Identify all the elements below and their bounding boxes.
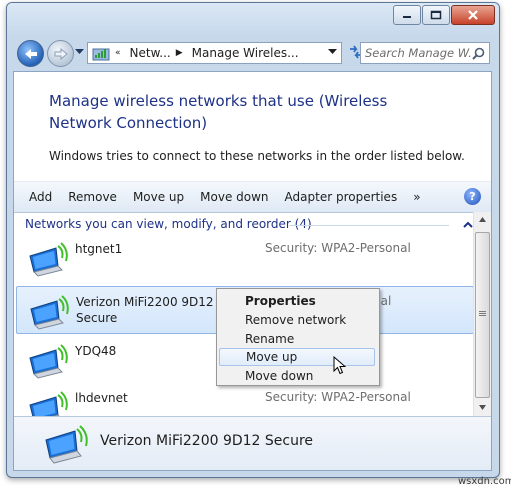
collapse-chevron-icon[interactable]: [463, 221, 473, 228]
navigation-bar: « Netw... ▶ Manage Wireles... Search Man…: [7, 36, 499, 70]
move-up-button[interactable]: Move up: [125, 190, 192, 204]
group-divider: [289, 225, 449, 226]
forward-button[interactable]: [47, 40, 74, 67]
breadcrumb-network[interactable]: Netw...: [130, 46, 171, 60]
history-dropdown-icon[interactable]: [75, 49, 84, 55]
close-button[interactable]: [451, 5, 495, 25]
caption-buttons: [392, 5, 495, 25]
title-bar[interactable]: [7, 3, 499, 35]
maximize-icon: [430, 10, 442, 20]
list-item-htgnet1[interactable]: htgnet1 Security: WPA2-Personal: [14, 234, 474, 280]
explorer-window: « Netw... ▶ Manage Wireles... Search Man…: [6, 2, 500, 478]
menu-item-move-up[interactable]: Move up: [219, 348, 375, 366]
menu-item-properties[interactable]: Properties: [219, 292, 375, 310]
breadcrumb-manage-wireless[interactable]: Manage Wireles...: [192, 46, 299, 60]
menu-item-remove-network[interactable]: Remove network: [219, 311, 375, 329]
context-menu: Properties Remove network Rename Move up…: [216, 288, 380, 386]
network-name: htgnet1: [75, 242, 123, 256]
page-description: Windows tries to connect to these networ…: [49, 149, 465, 163]
more-commands-button[interactable]: »: [405, 190, 428, 204]
content-pane: Manage wireless networks that use (Wirel…: [13, 71, 492, 471]
back-button[interactable]: [17, 40, 44, 67]
menu-item-move-down[interactable]: Move down: [219, 367, 375, 385]
scroll-down-arrow-icon[interactable]: [479, 405, 486, 410]
minimize-button[interactable]: [393, 5, 421, 25]
network-folder-icon: [92, 48, 110, 61]
watermark: wsxdn.com: [458, 476, 511, 487]
wireless-network-icon: [30, 295, 69, 330]
wireless-network-icon: [45, 425, 88, 464]
command-toolbar: Add Remove Move up Move down Adapter pro…: [14, 181, 491, 213]
search-icon[interactable]: [472, 47, 485, 60]
network-name: Verizon MiFi2200 9D12 Secure: [76, 295, 214, 325]
remove-button[interactable]: Remove: [60, 190, 125, 204]
wireless-network-icon: [29, 344, 68, 379]
forward-arrow-icon: [54, 47, 68, 60]
scrollbar-thumb[interactable]: [475, 232, 490, 398]
minimize-icon: [403, 16, 411, 18]
address-bar[interactable]: « Netw... ▶ Manage Wireles...: [87, 42, 342, 64]
network-name: lhdevnet: [75, 391, 128, 405]
list-item-lhdevnet[interactable]: lhdevnet Security: WPA2-Personal: [14, 383, 474, 419]
group-header[interactable]: Networks you can view, modify, and reord…: [25, 217, 312, 231]
search-box[interactable]: Search Manage W...: [360, 42, 490, 64]
crumb-separator: «: [115, 48, 121, 58]
search-placeholder[interactable]: Search Manage W...: [361, 46, 472, 60]
help-icon[interactable]: ?: [464, 188, 481, 205]
scroll-up-arrow-icon[interactable]: [479, 217, 486, 222]
move-down-button[interactable]: Move down: [192, 190, 276, 204]
page-title: Manage wireless networks that use (Wirel…: [49, 92, 388, 132]
add-button[interactable]: Add: [14, 190, 60, 204]
adapter-properties-button[interactable]: Adapter properties: [277, 190, 406, 204]
menu-item-rename[interactable]: Rename: [219, 330, 375, 348]
maximize-button[interactable]: [422, 5, 450, 25]
back-arrow-icon: [24, 48, 37, 59]
details-pane: Verizon MiFi2200 9D12 Secure: [14, 416, 491, 470]
network-name: YDQ48: [75, 344, 117, 358]
network-security: Security: WPA2-Personal: [265, 241, 411, 255]
vertical-scrollbar[interactable]: [473, 212, 491, 419]
crumb-separator[interactable]: ▶: [176, 48, 183, 58]
close-icon: [468, 10, 478, 20]
details-network-name: Verizon MiFi2200 9D12 Secure: [100, 433, 314, 449]
address-dropdown-icon[interactable]: [328, 49, 337, 55]
wireless-network-icon: [29, 242, 68, 277]
network-security: Security: WPA2-Personal: [265, 390, 411, 404]
mouse-cursor-icon: [333, 356, 346, 375]
wireless-network-icon: [29, 391, 68, 419]
